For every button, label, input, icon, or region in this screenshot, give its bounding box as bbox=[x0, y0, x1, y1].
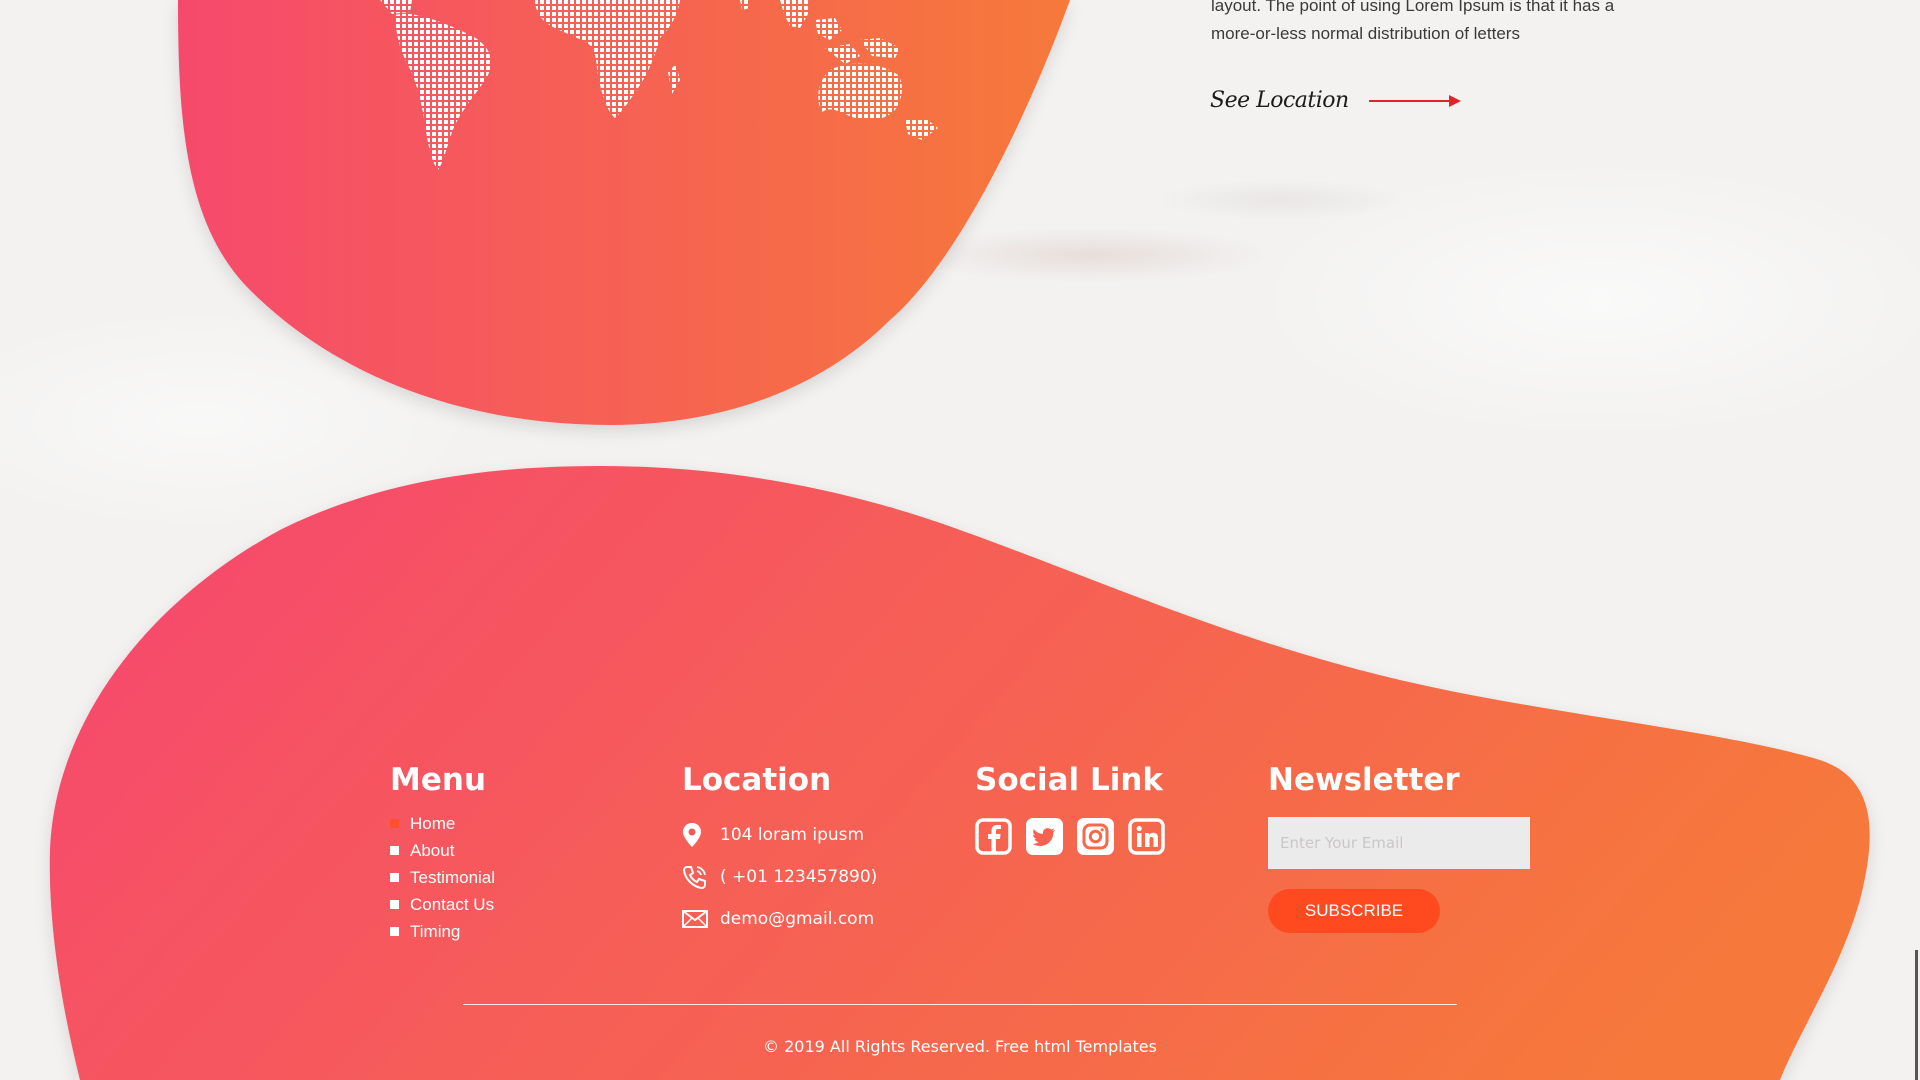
facebook-icon[interactable] bbox=[975, 818, 1012, 855]
instagram-icon[interactable] bbox=[1077, 818, 1114, 855]
menu-item-label: Timing bbox=[410, 921, 461, 941]
menu-item-label: Contact Us bbox=[410, 894, 495, 914]
bullet-icon bbox=[390, 846, 399, 855]
footer-divider bbox=[463, 1004, 1457, 1005]
location-title: Location bbox=[682, 762, 832, 798]
social-title: Social Link bbox=[975, 762, 1164, 798]
bullet-icon bbox=[390, 873, 399, 882]
copyright-text[interactable]: © 2019 All Rights Reserved. Free html Te… bbox=[763, 1037, 1157, 1056]
email-item[interactable]: demo@gmail.com bbox=[682, 898, 877, 940]
subscribe-button[interactable]: SUBSCRIBE bbox=[1268, 889, 1440, 933]
menu-item-timing[interactable]: Timing bbox=[390, 918, 495, 945]
phone-icon bbox=[682, 864, 710, 890]
decorative-shapes bbox=[49, 0, 1870, 1080]
email-text: demo@gmail.com bbox=[720, 909, 875, 929]
menu-item-home[interactable]: Home bbox=[390, 810, 495, 837]
menu-item-testimonial[interactable]: Testimonial bbox=[390, 864, 495, 891]
mail-icon bbox=[682, 910, 710, 928]
menu-item-label: Testimonial bbox=[410, 867, 496, 887]
arrow-right-icon bbox=[1368, 94, 1461, 107]
linkedin-icon[interactable] bbox=[1128, 818, 1165, 855]
newsletter-title: Newsletter bbox=[1268, 762, 1460, 798]
bullet-icon bbox=[390, 819, 399, 828]
map-pin-icon bbox=[682, 822, 710, 848]
bullet-icon bbox=[390, 927, 399, 936]
scrollbar[interactable] bbox=[1915, 950, 1918, 1080]
copyright: © 2019 All Rights Reserved. Free html Te… bbox=[0, 1037, 1920, 1056]
phone-item[interactable]: ( +01 123457890) bbox=[682, 856, 877, 898]
menu-title: Menu bbox=[390, 762, 487, 798]
phone-text: ( +01 123457890) bbox=[720, 867, 878, 887]
footer-social: Social Link bbox=[975, 758, 1165, 855]
footer-newsletter: Newsletter SUBSCRIBE bbox=[1268, 758, 1530, 933]
menu-item-label: Home bbox=[410, 813, 456, 833]
menu-item-label: About bbox=[410, 840, 455, 860]
bullet-icon bbox=[390, 900, 399, 909]
about-paragraph: layout. The point of using Lorem Ipsum i… bbox=[1211, 0, 1615, 43]
footer-blob bbox=[49, 466, 1870, 1080]
footer-menu: Menu Home About Testimonial Contact Us T… bbox=[390, 758, 495, 945]
address-item: 104 loram ipusm bbox=[682, 814, 877, 856]
menu-list: Home About Testimonial Contact Us Timing bbox=[390, 810, 495, 945]
email-input[interactable] bbox=[1268, 817, 1530, 869]
menu-item-about[interactable]: About bbox=[390, 837, 495, 864]
see-location-link[interactable]: See Location bbox=[1210, 88, 1461, 113]
see-location-label: See Location bbox=[1210, 88, 1349, 113]
twitter-icon[interactable] bbox=[1026, 818, 1063, 855]
footer-location: Location 104 loram ipusm ( +01 123457890… bbox=[682, 758, 877, 940]
menu-item-contact-us[interactable]: Contact Us bbox=[390, 891, 495, 918]
address-text: 104 loram ipusm bbox=[720, 825, 865, 845]
